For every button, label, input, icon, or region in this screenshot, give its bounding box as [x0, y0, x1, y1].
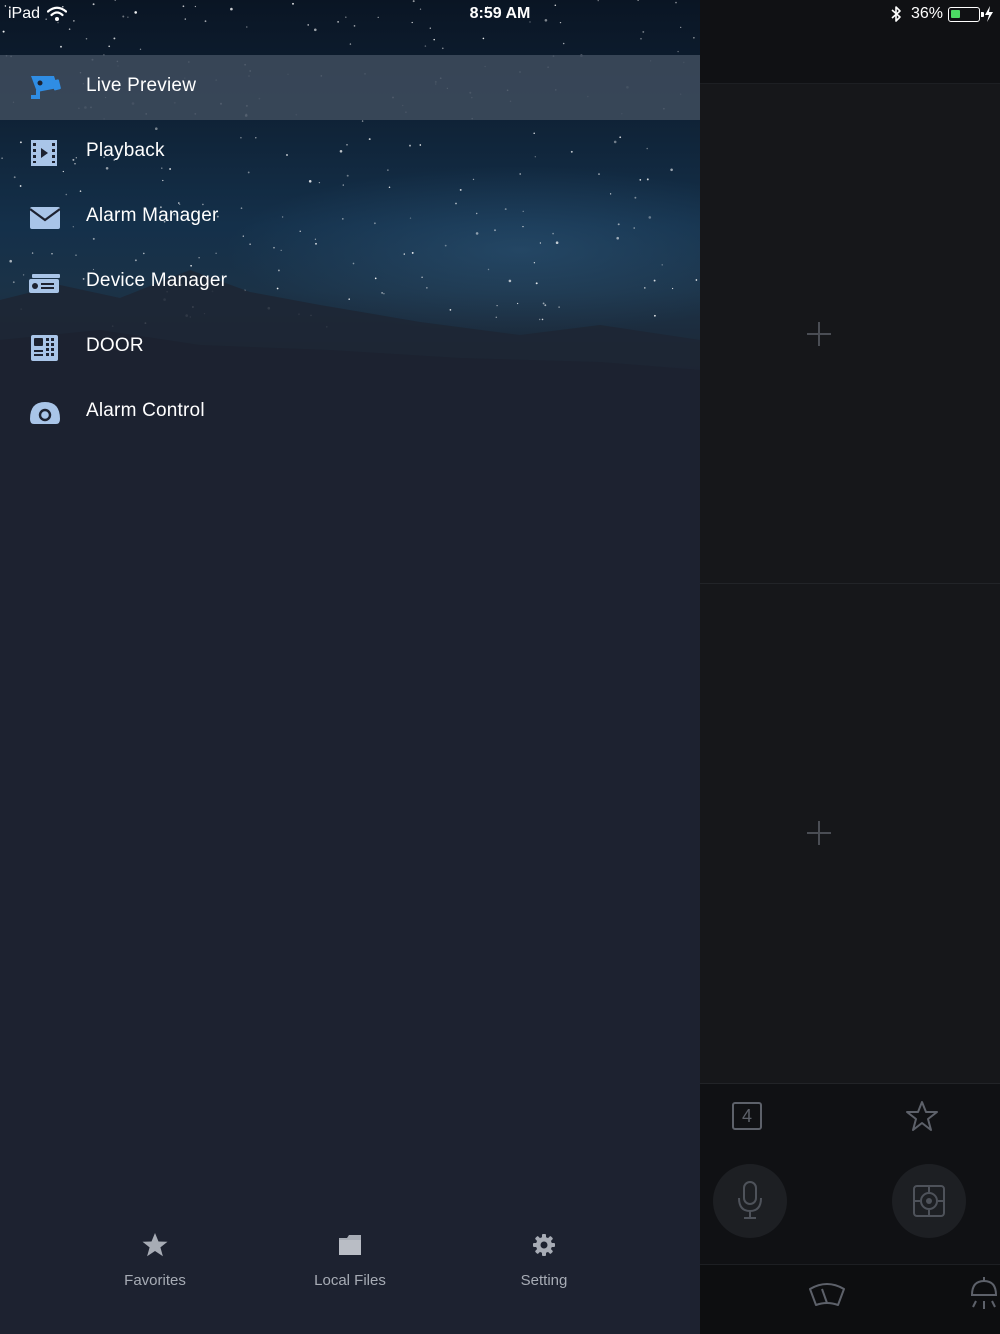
charging-bolt-icon [985, 6, 993, 22]
film-play-icon [28, 137, 62, 169]
talk-button[interactable] [713, 1164, 787, 1238]
menu-item-label: DOOR [86, 335, 144, 356]
menu-item-alarm-manager[interactable]: Alarm Manager [0, 185, 700, 250]
preview-toolbar: 4 [700, 1084, 1000, 1264]
video-slot-2[interactable] [700, 584, 1000, 1084]
envelope-icon [28, 202, 62, 234]
split-screen-button[interactable]: 4 [732, 1102, 762, 1130]
menu-item-playback[interactable]: Playback [0, 120, 700, 185]
menu-item-label: Device Manager [86, 270, 228, 291]
add-camera-icon[interactable] [807, 322, 831, 346]
folder-icon [339, 1235, 361, 1255]
bluetooth-icon [891, 6, 901, 22]
menu-item-label: Alarm Control [86, 400, 205, 421]
favorite-star-icon[interactable] [905, 1100, 939, 1132]
gear-icon [533, 1234, 555, 1256]
status-bar: iPad 8:59 AM 36% [0, 0, 1000, 28]
battery-icon [948, 7, 984, 22]
light-icon[interactable] [968, 1277, 1000, 1311]
drawer-tab-bar: Favorites Local Files Setting [0, 1210, 700, 1334]
menu-item-alarm-control[interactable]: Alarm Control [0, 380, 700, 445]
add-camera-icon[interactable] [807, 821, 831, 845]
ptz-button[interactable] [892, 1164, 966, 1238]
dvr-device-icon [28, 267, 62, 299]
menu-item-live-preview[interactable]: Live Preview [0, 55, 700, 120]
drawer-menu: Live Preview Playback Alarm Manager Device … [0, 55, 700, 445]
wiper-icon[interactable] [808, 1281, 846, 1309]
door-station-icon [28, 332, 62, 364]
menu-item-door[interactable]: DOOR [0, 315, 700, 380]
background-app: 4 [700, 0, 1000, 1334]
navigation-drawer: Live Preview Playback Alarm Manager Device … [0, 0, 700, 1334]
battery-level-fill [951, 10, 960, 18]
tab-label: Setting [520, 1272, 568, 1289]
tab-label: Local Files [314, 1272, 386, 1289]
menu-item-label: Playback [86, 140, 165, 161]
alarm-control-icon [28, 397, 62, 429]
background-bottom-bar [700, 1264, 1000, 1334]
tab-label: Favorites [124, 1272, 186, 1289]
battery-percentage: 36% [911, 5, 944, 22]
menu-item-label: Live Preview [86, 75, 197, 96]
ptz-icon [913, 1185, 945, 1217]
star-icon [142, 1233, 168, 1257]
tab-setting[interactable]: Setting [447, 1210, 641, 1310]
menu-item-label: Alarm Manager [86, 205, 219, 226]
camera-icon [28, 72, 62, 104]
status-time: 8:59 AM [469, 5, 531, 22]
video-slot-1[interactable] [700, 84, 1000, 584]
tab-favorites[interactable]: Favorites [58, 1210, 252, 1310]
tab-local-files[interactable]: Local Files [253, 1210, 447, 1310]
menu-item-device-manager[interactable]: Device Manager [0, 250, 700, 315]
microphone-icon [738, 1181, 762, 1219]
